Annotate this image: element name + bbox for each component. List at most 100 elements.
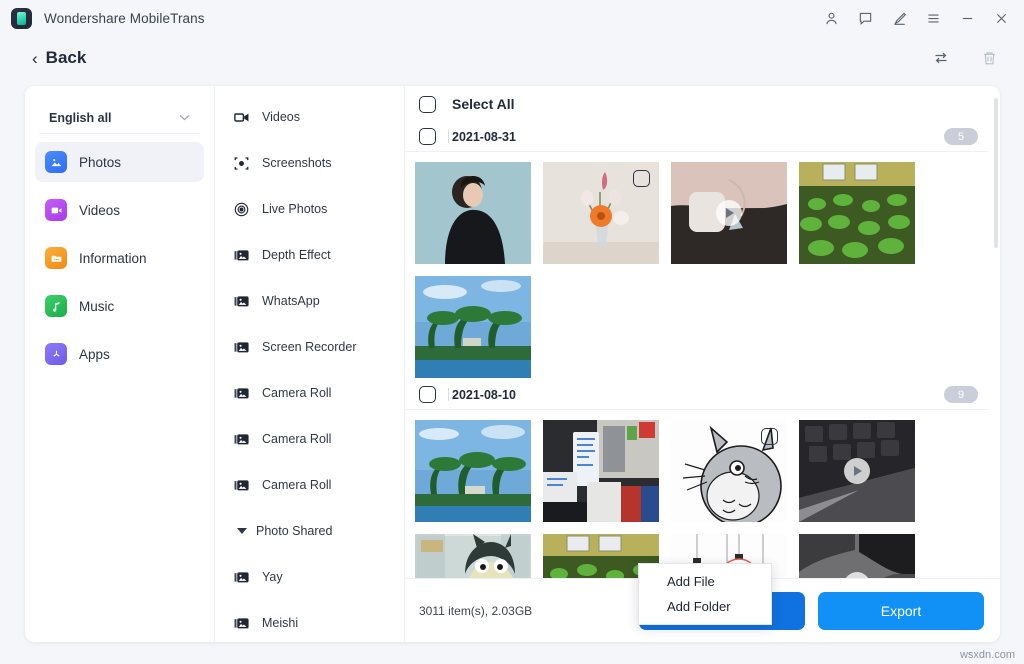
select-all-row[interactable]: Select All (405, 86, 988, 122)
language-selector[interactable]: English all (39, 102, 200, 134)
sidebar-item-apps[interactable]: Apps (35, 334, 204, 374)
videos-icon (45, 199, 67, 221)
close-button[interactable] (984, 3, 1018, 33)
photo-stack-icon (233, 615, 250, 632)
window-controls (814, 0, 1018, 36)
thumb-tropical-beach[interactable] (415, 276, 531, 378)
album-item-camera-roll-2[interactable]: Camera Roll (233, 416, 404, 462)
photo-stack-icon (233, 247, 250, 264)
album-item-videos[interactable]: Videos (233, 94, 404, 140)
select-all-checkbox[interactable] (419, 96, 436, 113)
sync-swap-icon[interactable] (930, 47, 952, 69)
information-icon (45, 247, 67, 269)
page-toolbar: ‹ Back (0, 40, 1024, 76)
thumb-office-desk[interactable] (543, 420, 659, 522)
album-item-live-photos[interactable]: Live Photos (233, 186, 404, 232)
gallery-scrollbar[interactable] (994, 98, 998, 248)
thumb-flower-vase[interactable] (543, 162, 659, 264)
photos-icon (45, 151, 67, 173)
sidebar-item-label: Photos (79, 155, 121, 170)
thumbnail-checkbox[interactable] (633, 170, 650, 187)
title-bar: Wondershare MobileTrans (0, 0, 1024, 36)
album-group-photo-shared[interactable]: Photo Shared (233, 508, 404, 554)
date-group-header[interactable]: 2021-08-10 9 (405, 380, 988, 410)
thumb-cable-dark[interactable] (799, 534, 915, 578)
album-item-label: Meishi (262, 616, 298, 630)
account-icon[interactable] (814, 3, 848, 33)
album-item-label: Camera Roll (262, 432, 331, 446)
sidebar-item-label: Music (79, 299, 114, 314)
menu-icon[interactable] (916, 3, 950, 33)
thumb-green-plants-window[interactable] (799, 162, 915, 264)
album-item-label: Live Photos (262, 202, 327, 216)
thumb-keyboard-dark[interactable] (799, 420, 915, 522)
mobiletrans-logo-icon (11, 8, 32, 29)
app-title: Wondershare MobileTrans (44, 11, 205, 26)
sidebar-item-photos[interactable]: Photos (35, 142, 204, 182)
album-item-label: Videos (262, 110, 300, 124)
photo-stack-icon (233, 569, 250, 586)
sidebar-item-information[interactable]: Information (35, 238, 204, 278)
album-item-whatsapp[interactable]: WhatsApp (233, 278, 404, 324)
album-item-meishi[interactable]: Meishi (233, 600, 404, 642)
thumb-totoro-painting[interactable] (415, 534, 531, 578)
date-group-label: 2021-08-31 (452, 130, 516, 144)
photo-stack-icon (233, 339, 250, 356)
trash-icon[interactable] (978, 47, 1000, 69)
watermark-label: wsxdn.com (960, 649, 1015, 661)
screenshot-icon (233, 155, 250, 172)
photo-stack-icon (233, 477, 250, 494)
back-chevron-icon: ‹ (32, 50, 38, 67)
photo-stack-icon (233, 385, 250, 402)
album-item-screenshots[interactable]: Screenshots (233, 140, 404, 186)
sidebar-item-music[interactable]: Music (35, 286, 204, 326)
select-all-label: Select All (452, 96, 515, 112)
album-group-label: Photo Shared (256, 524, 332, 538)
album-item-depth-effect[interactable]: Depth Effect (233, 232, 404, 278)
sidebar-item-videos[interactable]: Videos (35, 190, 204, 230)
thumb-hand-holding-case[interactable] (671, 162, 787, 264)
date-group-checkbox[interactable] (419, 128, 436, 145)
thumb-portrait-man[interactable] (415, 162, 531, 264)
date-group-header[interactable]: 2021-08-31 5 (405, 122, 988, 152)
language-selector-label: English all (49, 111, 112, 125)
video-play-icon[interactable] (716, 200, 742, 226)
toolbar-actions (930, 40, 1000, 76)
back-button[interactable]: ‹ Back (32, 48, 86, 68)
thumbnail-checkbox[interactable] (761, 428, 778, 445)
album-item-label: Yay (262, 570, 283, 584)
album-item-label: Camera Roll (262, 478, 331, 492)
album-item-screen-recorder[interactable]: Screen Recorder (233, 324, 404, 370)
category-sidebar: English all Photos Videos (25, 86, 215, 642)
thumb-tropical-beach-2[interactable] (415, 420, 531, 522)
album-item-camera-roll-1[interactable]: Camera Roll (233, 370, 404, 416)
sidebar-item-label: Videos (79, 203, 120, 218)
item-summary-label: 3011 item(s), 2.03GB (419, 604, 532, 618)
minimize-button[interactable] (950, 3, 984, 33)
album-list: Videos Screenshots Live Photos (215, 86, 405, 642)
date-group-count-badge: 9 (944, 386, 978, 403)
export-button[interactable]: Export (818, 592, 984, 630)
date-group-count-badge: 5 (944, 128, 978, 145)
video-play-icon[interactable] (844, 458, 870, 484)
album-item-camera-roll-3[interactable]: Camera Roll (233, 462, 404, 508)
edit-pen-icon[interactable] (882, 3, 916, 33)
thumbnail-grid (405, 152, 988, 380)
sidebar-item-label: Information (79, 251, 147, 266)
live-photo-icon (233, 201, 250, 218)
menu-item-add-file[interactable]: Add File (639, 569, 771, 594)
music-icon (45, 295, 67, 317)
gallery-panel: Select All 2021-08-31 5 (405, 86, 1000, 642)
import-context-menu: Add File Add Folder (638, 563, 772, 625)
photo-stack-icon (233, 431, 250, 448)
sidebar-item-label: Apps (79, 347, 110, 362)
back-label: Back (46, 48, 87, 68)
thumb-totoro-sketch[interactable] (671, 420, 787, 522)
album-item-label: Depth Effect (262, 248, 331, 262)
menu-item-add-folder[interactable]: Add Folder (639, 594, 771, 619)
album-item-yay[interactable]: Yay (233, 554, 404, 600)
feedback-icon[interactable] (848, 3, 882, 33)
gallery-scroll-area: Select All 2021-08-31 5 (405, 86, 1000, 578)
date-group-checkbox[interactable] (419, 386, 436, 403)
apps-icon (45, 343, 67, 365)
